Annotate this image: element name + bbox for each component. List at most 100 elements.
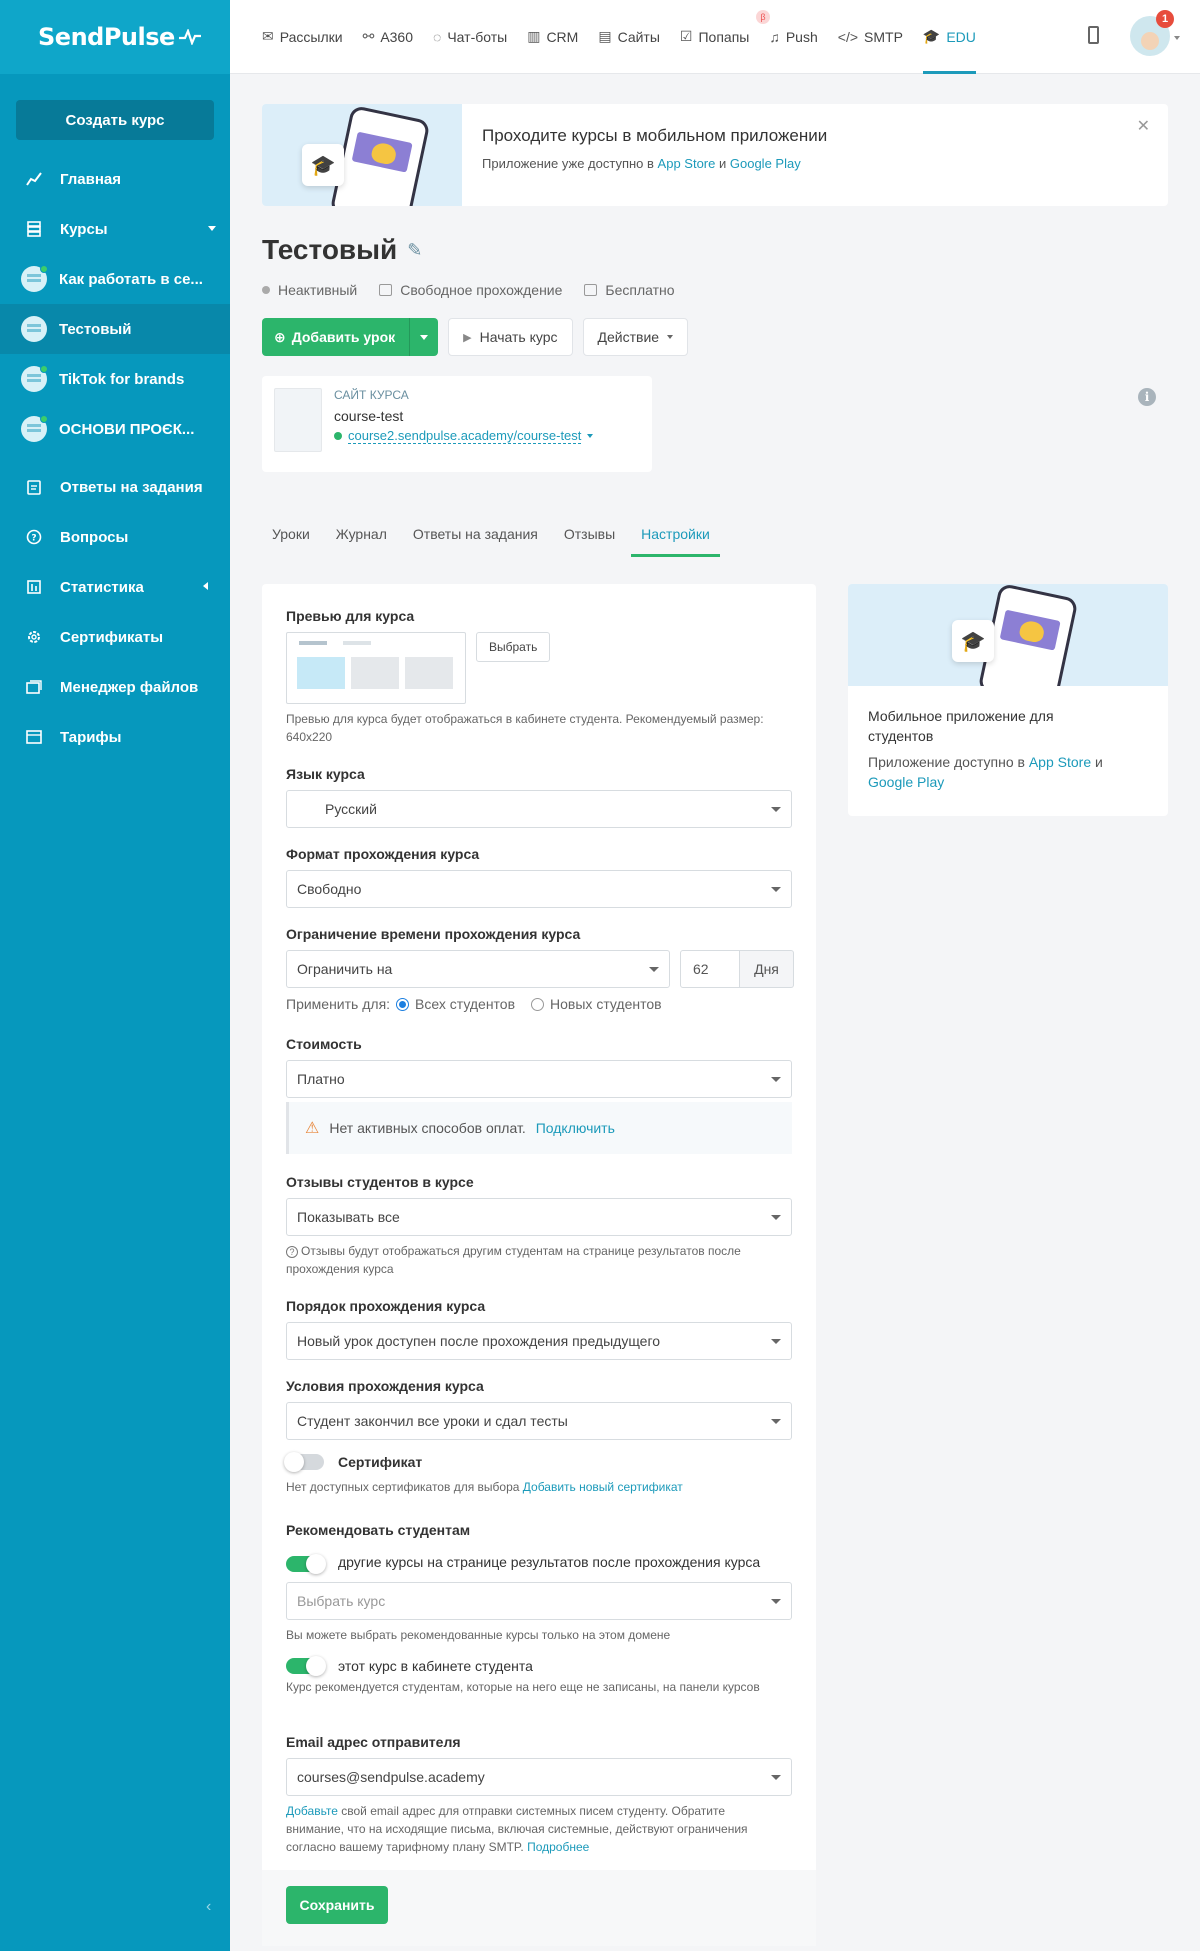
add-lesson-dropdown[interactable]: [410, 318, 438, 356]
create-course-button[interactable]: Создать курс: [16, 100, 214, 140]
course-site-card: Сайт курса course-test course2.sendpulse…: [262, 376, 652, 472]
question-icon: ?: [24, 527, 44, 547]
chevron-down-icon: [771, 1339, 781, 1344]
tab-journal[interactable]: Журнал: [326, 518, 397, 557]
sidebar-item-courses[interactable]: Курсы: [0, 204, 230, 254]
order-select[interactable]: Новый урок доступен после прохождения пр…: [286, 1322, 792, 1360]
tariff-icon: [24, 727, 44, 747]
sidebar-item-course-test[interactable]: Тестовый: [0, 304, 230, 354]
wallet-icon: [584, 284, 598, 296]
time-limit-select[interactable]: Ограничить на: [286, 950, 670, 988]
recommend-this-toggle[interactable]: [286, 1656, 326, 1676]
sidebar-item-course-how-to[interactable]: Как работать в се...: [0, 254, 230, 304]
add-lesson-button[interactable]: ⊕ Добавить урок: [262, 318, 411, 356]
top-nav-label: Рассылки: [279, 28, 343, 45]
certificate-toggle[interactable]: [284, 1452, 324, 1472]
course-avatar-icon: [21, 415, 48, 442]
graduation-icon: 🎓: [922, 28, 941, 44]
choose-preview-button[interactable]: Выбрать: [476, 632, 551, 662]
tab-settings[interactable]: Настройки: [631, 518, 720, 557]
tab-lessons[interactable]: Уроки: [262, 518, 320, 557]
format-select[interactable]: Свободно: [286, 870, 792, 908]
sidebar-item-file-manager[interactable]: Менеджер файлов: [0, 662, 230, 712]
collapse-sidebar-icon[interactable]: ‹: [206, 1898, 211, 1916]
radio-new-students-label[interactable]: Новых студентов: [550, 996, 662, 1012]
preview-thumbnail: [286, 632, 466, 704]
site-url-link[interactable]: course2.sendpulse.academy/course-test: [348, 428, 582, 444]
start-course-button[interactable]: ▶ Начать курс: [448, 318, 573, 356]
sidebar-item-questions[interactable]: ? Вопросы: [0, 512, 230, 562]
language-value: Русский: [325, 801, 377, 817]
action-dropdown-button[interactable]: Действие: [582, 318, 689, 356]
app-store-link[interactable]: App Store: [1029, 754, 1091, 770]
course-price-text: Бесплатно: [605, 282, 675, 298]
sidebar-item-home[interactable]: Главная: [0, 154, 230, 204]
add-email-link[interactable]: Добавьте: [286, 1804, 338, 1818]
top-nav-a360[interactable]: ⚯ A360: [363, 0, 413, 74]
connect-payment-link[interactable]: Подключить: [536, 1120, 615, 1136]
chevron-down-icon: [649, 967, 659, 972]
top-nav-push[interactable]: ♫ Push: [769, 0, 817, 74]
email-select[interactable]: courses@sendpulse.academy: [286, 1758, 792, 1796]
notification-badge: 1: [1156, 10, 1174, 28]
google-play-link[interactable]: Google Play: [730, 156, 801, 171]
sidebar-item-tariffs[interactable]: Тарифы: [0, 712, 230, 762]
order-field: Порядок прохождения курса Новый урок дос…: [286, 1298, 792, 1360]
online-dot: [40, 415, 48, 423]
top-nav-edu[interactable]: 🎓 EDU: [922, 0, 976, 74]
top-nav-label: Сайты: [617, 28, 660, 45]
google-play-link[interactable]: Google Play: [868, 774, 944, 790]
days-input[interactable]: 62: [680, 950, 740, 988]
sidebar-item-answers[interactable]: Ответы на задания: [0, 462, 230, 512]
preview-label: Превью для курса: [286, 608, 415, 624]
time-limit-row: Ограничить на 62 Дня: [286, 950, 794, 988]
radio-all-students[interactable]: [396, 997, 410, 1011]
topbar: ✉ Рассылки ⚯ A360 ◌ Чат-боты ▥ CRM ▤ Сайты ☑ П…: [230, 0, 1200, 74]
info-icon[interactable]: i: [1138, 388, 1156, 406]
reviews-select[interactable]: Показывать все: [286, 1198, 792, 1236]
add-lesson-label: Добавить урок: [291, 329, 396, 345]
mobile-phone-icon[interactable]: [1088, 26, 1099, 44]
sidebar-item-label: Сертификаты: [60, 628, 164, 646]
recommend-this-row: этот курс в кабинете студента: [286, 1656, 792, 1676]
sidebar-item-course-tiktok[interactable]: TikTok for brands: [0, 354, 230, 404]
chevron-down-icon[interactable]: [1174, 36, 1180, 40]
radio-new-students[interactable]: [531, 997, 545, 1011]
pencil-icon[interactable]: ✎: [407, 240, 422, 261]
top-nav-popups[interactable]: ☑ Попапы β: [680, 0, 770, 74]
sidebar-item-statistics[interactable]: Статистика: [0, 562, 230, 612]
cost-select[interactable]: Платно: [286, 1060, 792, 1098]
top-nav-chatbots[interactable]: ◌ Чат-боты: [433, 0, 507, 74]
app-store-link[interactable]: App Store: [658, 156, 716, 171]
course-title-text: Тестовый: [262, 234, 398, 265]
email-field-block: Email адрес отправителя courses@sendpuls…: [286, 1734, 792, 1856]
site-url[interactable]: course2.sendpulse.academy/course-test: [334, 428, 594, 444]
conditions-select[interactable]: Студент закончил все уроки и сдал тесты: [286, 1402, 792, 1440]
sidebar-item-certificates[interactable]: Сертификаты: [0, 612, 230, 662]
tab-reviews[interactable]: Отзывы: [554, 518, 625, 557]
add-certificate-link[interactable]: Добавить новый сертификат: [523, 1480, 683, 1494]
top-nav-smtp[interactable]: </> SMTP: [838, 0, 903, 74]
close-icon[interactable]: ✕: [1137, 116, 1150, 136]
conditions-field: Условия прохождения курса Студент законч…: [286, 1378, 792, 1440]
logo[interactable]: SendPulse: [38, 23, 201, 51]
recommend-other-toggle[interactable]: [286, 1554, 326, 1574]
banner-illustration: 🎓: [262, 104, 462, 206]
language-select[interactable]: Русский: [286, 790, 792, 828]
tab-answers[interactable]: Ответы на задания: [403, 518, 548, 557]
sidebar-item-course-osnovy[interactable]: ОСНОВИ ПРОЄК...: [0, 404, 230, 454]
top-nav-sites[interactable]: ▤ Сайты: [598, 0, 660, 74]
banner-and-text: и: [715, 156, 730, 171]
more-info-link[interactable]: Подробнее: [527, 1840, 589, 1854]
save-button[interactable]: Сохранить: [286, 1886, 388, 1924]
top-nav-crm[interactable]: ▥ CRM: [527, 0, 578, 74]
sidebar-item-label: Ответы на задания: [60, 478, 203, 496]
status-text: Неактивный: [278, 282, 358, 298]
top-nav-mailings[interactable]: ✉ Рассылки: [262, 0, 343, 74]
online-dot: [40, 365, 48, 373]
format-label: Формат прохождения курса: [286, 846, 480, 862]
choose-course-select[interactable]: Выбрать курс: [286, 1582, 792, 1620]
radio-all-students-label[interactable]: Всех студентов: [415, 996, 515, 1012]
side-card-subtitle: Приложение доступно в App Store и Google…: [868, 752, 1148, 792]
cost-field: Стоимость Платно ⚠ Нет активных способов…: [286, 1036, 792, 1154]
